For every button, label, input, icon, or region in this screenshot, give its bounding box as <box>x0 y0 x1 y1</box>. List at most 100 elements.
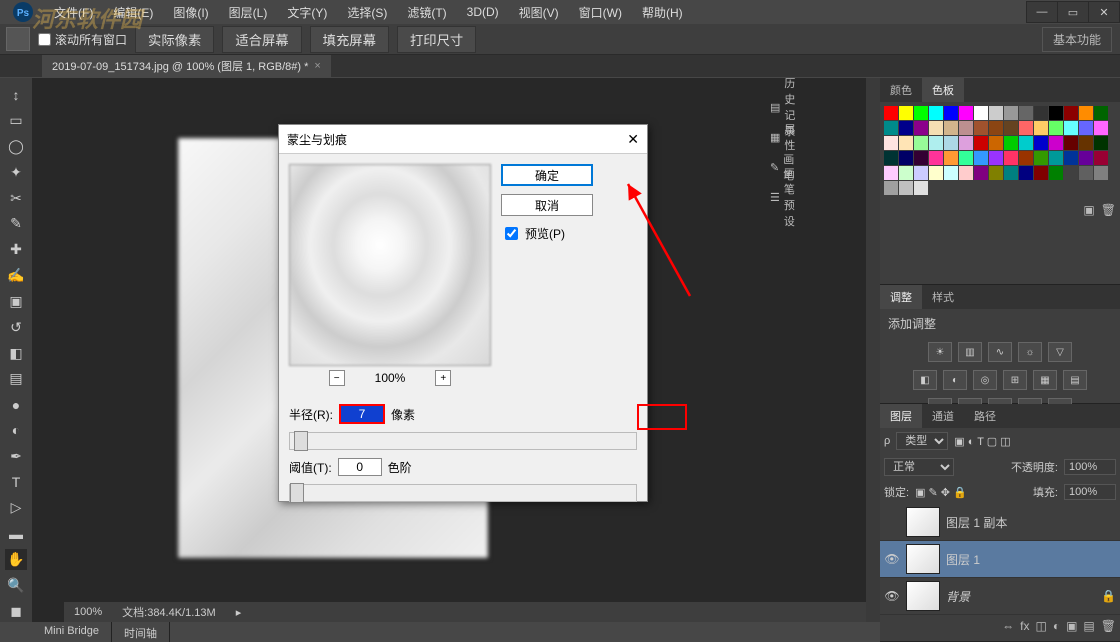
swatch[interactable] <box>1079 106 1093 120</box>
status-caret-icon[interactable]: ▸ <box>236 606 242 619</box>
swatch[interactable] <box>1064 151 1078 165</box>
layer-thumbnail[interactable] <box>906 544 940 574</box>
swatch[interactable] <box>959 106 973 120</box>
zoom-in-button[interactable]: + <box>435 370 451 386</box>
swatch[interactable] <box>1049 106 1063 120</box>
adjust-curves-icon[interactable]: ∿ <box>988 342 1012 362</box>
swatch[interactable] <box>959 166 973 180</box>
layer-row[interactable]: 👁背景🔒 <box>880 578 1120 615</box>
timeline-tab[interactable]: 时间轴 <box>112 622 170 642</box>
swatch[interactable] <box>884 181 898 195</box>
healing-tool[interactable]: ✚ <box>5 239 27 261</box>
swatch[interactable] <box>1064 136 1078 150</box>
swatch[interactable] <box>1004 121 1018 135</box>
swatch[interactable] <box>1004 151 1018 165</box>
blend-mode-select[interactable]: 正常 <box>884 458 954 476</box>
layer-name[interactable]: 图层 1 副本 <box>946 514 1007 531</box>
close-tab-icon[interactable]: × <box>314 60 320 72</box>
threshold-slider[interactable] <box>289 484 637 502</box>
blur-tool[interactable]: ● <box>5 394 27 416</box>
mini-bridge-tab[interactable]: Mini Bridge <box>32 622 112 642</box>
swatch[interactable] <box>989 121 1003 135</box>
adjust-brightness-icon[interactable]: ☀ <box>928 342 952 362</box>
styles-tab[interactable]: 样式 <box>922 285 964 309</box>
channels-tab[interactable]: 通道 <box>922 404 964 428</box>
marquee-tool[interactable]: ▭ <box>5 110 27 132</box>
adjust-vibrance-icon[interactable]: ▽ <box>1048 342 1072 362</box>
zoom-tool[interactable]: 🔍 <box>5 574 27 596</box>
swatch[interactable] <box>929 106 943 120</box>
swatch[interactable] <box>944 151 958 165</box>
link-layers-icon[interactable]: ⇔ <box>1002 619 1014 633</box>
pen-tool[interactable]: ✒ <box>5 445 27 467</box>
swatch[interactable] <box>899 121 913 135</box>
print-size-button[interactable]: 打印尺寸 <box>397 26 476 53</box>
brush-preset-panel-button[interactable]: ☰画笔预设 <box>766 182 804 212</box>
new-layer-icon[interactable]: ▤ <box>1083 619 1094 633</box>
swatch[interactable] <box>914 166 928 180</box>
swatch[interactable] <box>914 151 928 165</box>
swatches-grid[interactable] <box>880 102 1120 199</box>
layer-row[interactable]: 图层 1 副本 <box>880 504 1120 541</box>
swatch[interactable] <box>989 136 1003 150</box>
threshold-input[interactable] <box>338 458 382 476</box>
swatch[interactable] <box>1079 121 1093 135</box>
move-tool[interactable]: ↕ <box>5 84 27 106</box>
zoom-out-button[interactable]: − <box>329 370 345 386</box>
swatch[interactable] <box>944 106 958 120</box>
menu-type[interactable]: 文字(Y) <box>281 2 333 23</box>
swatch[interactable] <box>1049 121 1063 135</box>
fill-screen-button[interactable]: 填充屏幕 <box>310 26 389 53</box>
properties-panel-button[interactable]: ▦属性 <box>766 122 804 152</box>
adjust-more-icon[interactable]: ▤ <box>1063 370 1087 390</box>
layer-thumbnail[interactable] <box>906 581 940 611</box>
adjust-levels-icon[interactable]: ▥ <box>958 342 982 362</box>
swatch[interactable] <box>1079 151 1093 165</box>
swatch[interactable] <box>1079 136 1093 150</box>
swatch[interactable] <box>1064 106 1078 120</box>
swatch[interactable] <box>1049 151 1063 165</box>
menu-layer[interactable]: 图层(L) <box>223 2 274 23</box>
radius-slider[interactable] <box>289 432 637 450</box>
color-swatch[interactable]: ◼ <box>5 600 27 622</box>
swatch[interactable] <box>1094 151 1108 165</box>
swatch[interactable] <box>929 151 943 165</box>
swatch[interactable] <box>1004 106 1018 120</box>
swatch[interactable] <box>1004 166 1018 180</box>
lasso-tool[interactable]: ◯ <box>5 136 27 158</box>
opacity-input[interactable] <box>1064 459 1116 475</box>
swatch[interactable] <box>1034 121 1048 135</box>
color-tab[interactable]: 颜色 <box>880 78 922 102</box>
swatch[interactable] <box>899 151 913 165</box>
layer-name[interactable]: 背景 <box>946 588 970 605</box>
maximize-button[interactable]: ▭ <box>1058 1 1088 23</box>
swatch[interactable] <box>1019 121 1033 135</box>
swatch[interactable] <box>959 136 973 150</box>
document-tab[interactable]: 2019-07-09_151734.jpg @ 100% (图层 1, RGB/… <box>42 55 331 77</box>
swatch[interactable] <box>914 121 928 135</box>
menu-window[interactable]: 窗口(W) <box>573 2 628 23</box>
new-swatch-icon[interactable]: ▣ <box>1083 203 1094 217</box>
close-button[interactable]: ✕ <box>1088 1 1120 23</box>
swatch[interactable] <box>884 136 898 150</box>
visibility-icon[interactable]: 👁 <box>884 589 900 603</box>
hand-tool-icon[interactable] <box>6 27 30 51</box>
swatch[interactable] <box>1049 136 1063 150</box>
swatch[interactable] <box>944 121 958 135</box>
minimize-button[interactable]: — <box>1026 1 1058 23</box>
swatch[interactable] <box>1034 151 1048 165</box>
swatch[interactable] <box>1079 166 1093 180</box>
swatch[interactable] <box>884 151 898 165</box>
eyedropper-tool[interactable]: ✎ <box>5 213 27 235</box>
swatch[interactable] <box>989 151 1003 165</box>
adjust-exposure-icon[interactable]: ☼ <box>1018 342 1042 362</box>
actual-pixels-button[interactable]: 实际像素 <box>135 26 214 53</box>
swatch[interactable] <box>974 121 988 135</box>
delete-layer-icon[interactable]: 🗑 <box>1101 619 1116 633</box>
paths-tab[interactable]: 路径 <box>964 404 1006 428</box>
preview-checkbox[interactable]: 预览(P) <box>501 224 593 243</box>
swatch[interactable] <box>1094 106 1108 120</box>
adjust-bw-icon[interactable]: ◐ <box>943 370 967 390</box>
swatch[interactable] <box>1094 121 1108 135</box>
swatches-tab[interactable]: 色板 <box>922 78 964 102</box>
